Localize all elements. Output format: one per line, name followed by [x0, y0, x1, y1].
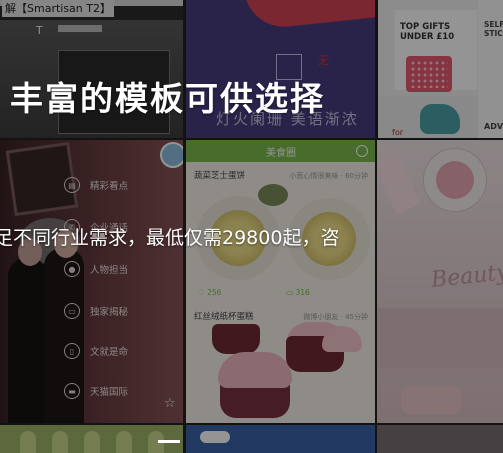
- carousel-indicator[interactable]: [158, 440, 180, 443]
- headline: 丰富的模板可供选择: [10, 79, 325, 118]
- template-banner: 解【Smartisan T2】 T 无 灯火阑珊 美语渐浓 TOP GIFTS …: [0, 0, 503, 453]
- subline: 足不同行业需求，最低仅需29800起，咨: [0, 227, 340, 249]
